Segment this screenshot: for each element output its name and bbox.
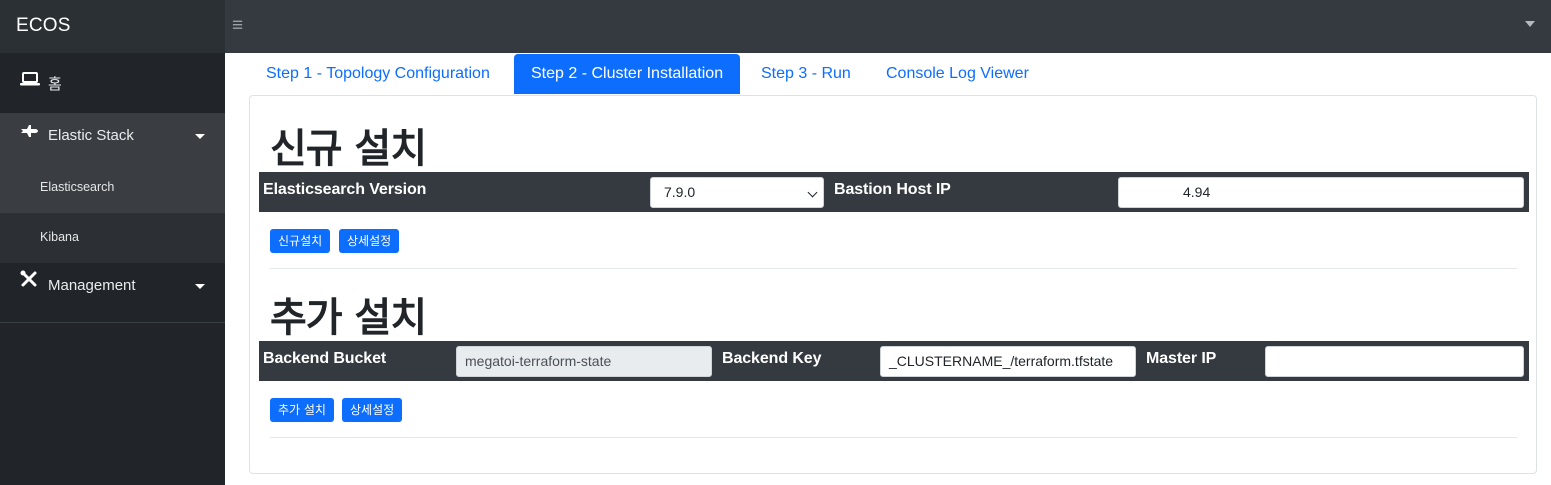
- master-ip-input[interactable]: [1265, 346, 1524, 377]
- tab-step-2[interactable]: Step 2 - Cluster Installation: [514, 54, 741, 94]
- add-install-form-row: Backend Bucket megatoi-terraform-state B…: [259, 341, 1529, 381]
- caret-down-icon: [195, 134, 205, 139]
- tab-console-log[interactable]: Console Log Viewer: [869, 54, 1046, 94]
- sidebar-item-elasticsearch[interactable]: Elasticsearch: [0, 163, 225, 213]
- divider: [270, 437, 1517, 438]
- backend-key-input[interactable]: _CLUSTERNAME_/terraform.tfstate: [880, 346, 1136, 377]
- sidebar-item-home[interactable]: 홈: [0, 53, 225, 113]
- backend-key-label: Backend Key: [722, 350, 822, 367]
- new-install-form-row: Elasticsearch Version 7.9.0 Bastion Host…: [259, 172, 1529, 212]
- master-ip-label: Master IP: [1146, 350, 1217, 367]
- version-select-value: 7.9.0: [664, 184, 696, 200]
- divider: [270, 268, 1517, 269]
- caret-down-icon[interactable]: [1525, 21, 1535, 27]
- sidebar-item-management[interactable]: Management: [0, 263, 225, 323]
- tab-step-3[interactable]: Step 3 - Run: [744, 54, 868, 94]
- add-install-detail-button[interactable]: 상세설정: [342, 398, 403, 422]
- version-label: Elasticsearch Version: [263, 181, 427, 198]
- caret-down-icon: [195, 284, 205, 289]
- sidebar-item-label: Management: [48, 277, 136, 294]
- tab-step-1[interactable]: Step 1 - Topology Configuration: [249, 54, 507, 94]
- section-title-new-install: 신규 설치: [270, 126, 427, 172]
- laptop-icon: [20, 51, 40, 115]
- add-install-button[interactable]: 추가 설치: [270, 398, 334, 422]
- content-card: 신규 설치 Elasticsearch Version 7.9.0 Bastio…: [249, 95, 1537, 474]
- top-navbar: ECOS ≡: [0, 0, 1551, 53]
- bastion-label: Bastion Host IP: [834, 181, 951, 198]
- sidebar-item-label: Elastic Stack: [48, 127, 134, 144]
- backend-bucket-input: megatoi-terraform-state: [456, 346, 712, 377]
- chevron-down-icon: [807, 187, 818, 198]
- backend-bucket-label: Backend Bucket: [263, 350, 387, 367]
- sidebar-item-label: 홈: [48, 76, 62, 93]
- new-install-detail-button[interactable]: 상세설정: [339, 229, 400, 253]
- brand-logo[interactable]: ECOS: [0, 0, 225, 53]
- sidebar-item-elastic-stack[interactable]: Elastic Stack: [0, 113, 225, 163]
- sidebar-item-kibana[interactable]: Kibana: [0, 213, 225, 263]
- new-install-button[interactable]: 신규설치: [270, 229, 331, 253]
- version-select[interactable]: 7.9.0: [650, 177, 824, 208]
- section-title-add-install: 추가 설치: [270, 295, 427, 341]
- bastion-ip-input[interactable]: 4.94: [1118, 177, 1524, 208]
- sidebar: 홈 Elastic Stack Elasticsearch Kibana Man…: [0, 53, 225, 485]
- tools-icon: [20, 261, 40, 307]
- hamburger-icon[interactable]: ≡: [232, 16, 248, 36]
- jet-icon: [20, 111, 40, 157]
